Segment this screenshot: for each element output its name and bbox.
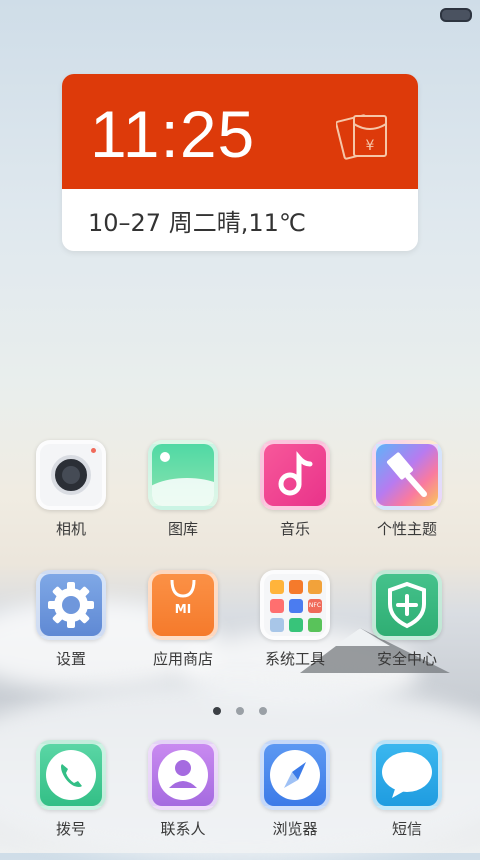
battery-icon bbox=[440, 8, 472, 22]
app-music[interactable]: 音乐 bbox=[240, 440, 350, 539]
date-weather-text[interactable]: 10–27 周二晴,11℃ bbox=[62, 189, 418, 251]
music-icon bbox=[260, 440, 330, 510]
folder-icon: NFC bbox=[260, 570, 330, 640]
app-label: 相机 bbox=[55, 520, 86, 538]
app-label: 系统工具 bbox=[264, 650, 325, 668]
app-label: 拨号 bbox=[55, 820, 86, 838]
app-label: 图库 bbox=[167, 520, 198, 538]
mi-logo-text: MI bbox=[174, 602, 192, 616]
app-settings[interactable]: 设置 bbox=[16, 570, 126, 669]
app-store-bag-icon: MI bbox=[148, 570, 218, 640]
page-dot-2[interactable] bbox=[236, 707, 244, 715]
app-label: 应用商店 bbox=[152, 650, 213, 668]
app-label: 设置 bbox=[55, 650, 86, 668]
red-envelope-icon[interactable]: ¥ bbox=[336, 108, 392, 162]
clock-weather-widget[interactable]: 11:25 ¥ 10–27 周二晴,11℃ bbox=[62, 74, 418, 251]
dock-contacts[interactable]: 联系人 bbox=[128, 740, 238, 839]
contact-icon bbox=[148, 740, 218, 810]
shield-plus-icon bbox=[372, 570, 442, 640]
app-label: 联系人 bbox=[160, 820, 206, 838]
app-gallery[interactable]: 图库 bbox=[128, 440, 238, 539]
widget-header: 11:25 ¥ bbox=[62, 74, 418, 189]
app-label: 浏览器 bbox=[272, 820, 318, 838]
app-camera[interactable]: 相机 bbox=[16, 440, 126, 539]
message-bubble-icon bbox=[372, 740, 442, 810]
currency-symbol: ¥ bbox=[366, 138, 375, 154]
gallery-icon bbox=[148, 440, 218, 510]
clock-time[interactable]: 11:25 bbox=[90, 96, 255, 172]
dock-browser[interactable]: 浏览器 bbox=[240, 740, 350, 839]
app-label: 音乐 bbox=[279, 520, 310, 538]
page-dot-3[interactable] bbox=[259, 707, 268, 715]
app-label: 个性主题 bbox=[376, 520, 437, 538]
app-themes[interactable]: 个性主题 bbox=[352, 440, 462, 539]
app-label: 短信 bbox=[391, 820, 422, 838]
nfc-badge: NFC bbox=[308, 599, 322, 613]
folder-system-tools[interactable]: NFC 系统工具 bbox=[240, 570, 350, 669]
dock-messages[interactable]: 短信 bbox=[352, 740, 462, 839]
theme-brush-icon bbox=[372, 440, 442, 510]
app-store[interactable]: MI 应用商店 bbox=[128, 570, 238, 669]
dock-dialer[interactable]: 拨号 bbox=[16, 740, 126, 839]
page-dot-1[interactable] bbox=[212, 707, 221, 715]
compass-icon bbox=[260, 740, 330, 810]
gear-icon bbox=[36, 570, 106, 640]
app-label: 安全中心 bbox=[376, 650, 437, 668]
app-security-center[interactable]: 安全中心 bbox=[352, 570, 462, 669]
camera-icon bbox=[36, 440, 106, 510]
page-indicator[interactable] bbox=[0, 700, 480, 719]
phone-icon bbox=[36, 740, 106, 810]
